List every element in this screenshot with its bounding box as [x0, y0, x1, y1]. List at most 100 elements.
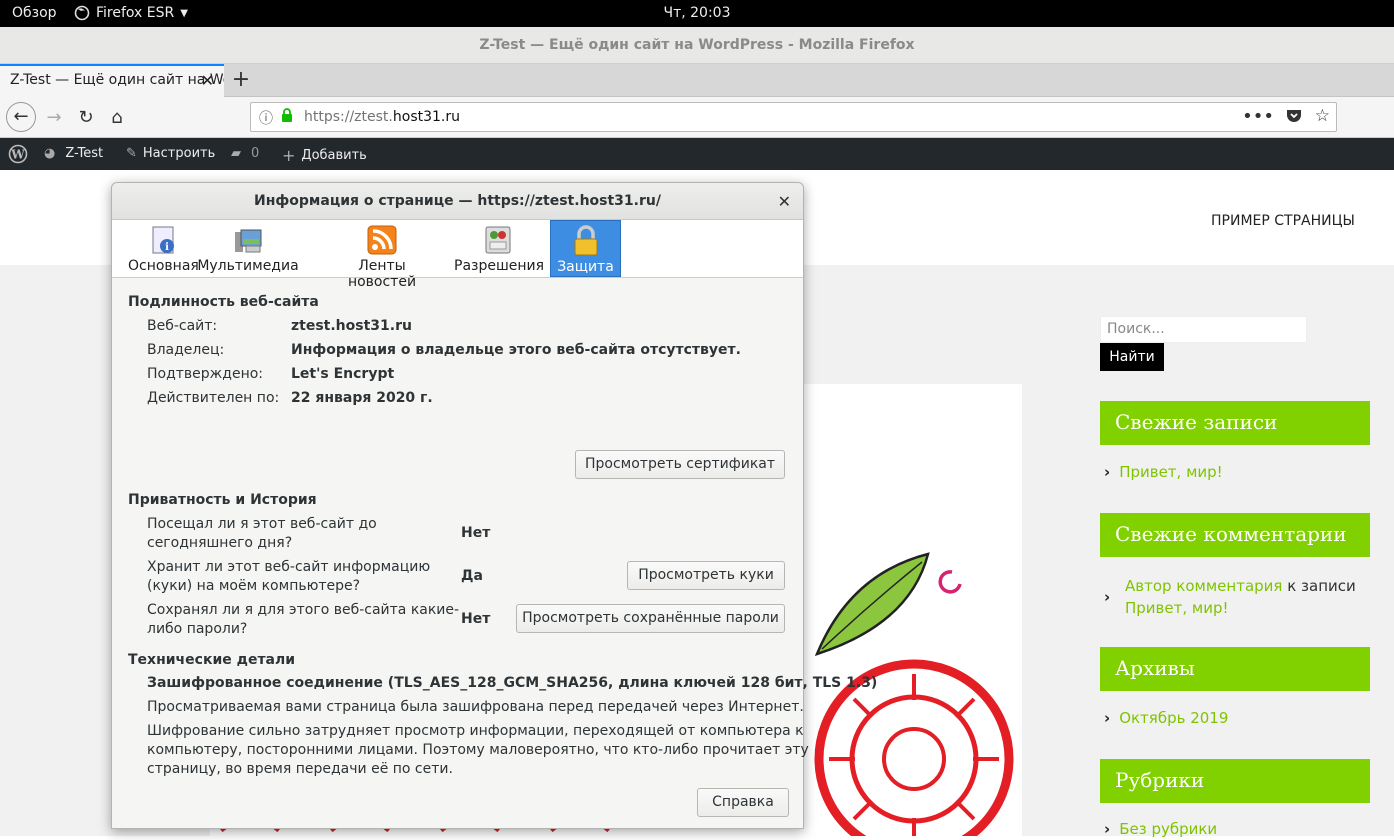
- comment-author-link[interactable]: Автор комментария: [1125, 577, 1282, 595]
- verified-value: Let's Encrypt: [291, 366, 395, 382]
- chevron-right-icon: ›: [1104, 463, 1111, 481]
- tab-label: Разрешения: [454, 258, 545, 274]
- page-info-dialog: Информация о странице — https://ztest.ho…: [111, 182, 877, 829]
- archive-link[interactable]: Октябрь 2019: [1119, 709, 1228, 727]
- list-item: › Октябрь 2019: [1104, 709, 1228, 727]
- widget-title-archives: Архивы: [1100, 647, 1370, 691]
- svg-text:i: i: [165, 242, 169, 253]
- info-icon[interactable]: ⓘ: [259, 108, 273, 128]
- page-actions-icon[interactable]: •••: [1242, 106, 1274, 127]
- url-text[interactable]: https://ztest.host31.ru: [304, 109, 460, 125]
- navigation-toolbar: ← → ↻ ⌂ ⓘ https://ztest.host31.ru ••• ☆: [0, 97, 1394, 138]
- list-item: › Без рубрики: [1104, 820, 1217, 838]
- connection-summary: Зашифрованное соединение (TLS_AES_128_GC…: [147, 675, 878, 691]
- encryption-explanation: Шифрование сильно затрудняет просмотр ин…: [147, 722, 809, 779]
- close-icon[interactable]: ✕: [201, 71, 214, 90]
- widget-title-recent-comments: Свежие комментарии: [1100, 513, 1370, 557]
- comment-post-link[interactable]: Привет, мир!: [1125, 599, 1229, 617]
- pocket-icon[interactable]: [1286, 108, 1302, 127]
- add-label: Добавить: [301, 148, 367, 163]
- widget-title-recent-posts: Свежие записи: [1100, 401, 1370, 445]
- recent-post-link[interactable]: Привет, мир!: [1119, 463, 1223, 481]
- dashboard-icon: ◕: [44, 146, 56, 161]
- question-line: Хранит ли этот веб-сайт информацию: [147, 559, 431, 575]
- comment-connector: к записи: [1287, 577, 1356, 595]
- expires-label: Действителен по:: [147, 390, 280, 406]
- question-passwords: Сохранял ли я для этого веб-сайта какие-…: [147, 601, 459, 639]
- window-title: Z-Test — Ещё один сайт на WordPress - Mo…: [0, 27, 1394, 64]
- owner-label: Владелец:: [147, 342, 225, 358]
- website-label: Веб-сайт:: [147, 318, 218, 334]
- svg-text:W: W: [10, 148, 25, 162]
- view-cookies-button[interactable]: Просмотреть куки: [627, 561, 785, 590]
- tab-media[interactable]: Мультимедиа: [184, 220, 312, 277]
- chevron-right-icon: ›: [1104, 588, 1111, 606]
- encryption-note: Просматриваемая вами страница была зашиф…: [147, 699, 804, 715]
- reload-button[interactable]: ↻: [72, 104, 100, 132]
- app-name: Firefox ESR: [96, 5, 175, 21]
- paragraph-line: страницу, во время передачи её по сети.: [147, 761, 453, 777]
- back-button[interactable]: ←: [6, 102, 36, 132]
- owner-value: Информация о владельце этого веб-сайта о…: [291, 342, 741, 358]
- firefox-icon: [74, 5, 90, 21]
- category-link[interactable]: Без рубрики: [1119, 820, 1217, 838]
- chevron-right-icon: ›: [1104, 820, 1111, 838]
- info-page-icon: i: [152, 226, 174, 254]
- close-icon[interactable]: ✕: [778, 183, 791, 220]
- list-item: › Привет, мир!: [1104, 463, 1223, 481]
- section-heading-privacy: Приватность и История: [128, 492, 317, 508]
- view-certificate-button[interactable]: Просмотреть сертификат: [575, 450, 785, 479]
- home-button[interactable]: ⌂: [103, 104, 131, 132]
- tab-title: Z-Test — Ещё один сайт на WordPress: [10, 72, 224, 88]
- answer-passwords: Нет: [461, 611, 491, 627]
- tab-active[interactable]: Z-Test — Ещё один сайт на WordPress ✕: [0, 64, 224, 97]
- site-name-item[interactable]: ◕ Z-Test: [44, 146, 103, 161]
- dialog-title: Информация о странице — https://ztest.ho…: [112, 183, 803, 220]
- tab-security[interactable]: Защита: [550, 220, 621, 277]
- clock[interactable]: Чт, 20:03: [0, 5, 1394, 21]
- help-button[interactable]: Справка: [697, 788, 789, 817]
- question-cookies: Хранит ли этот веб-сайт информацию (куки…: [147, 558, 430, 596]
- search-button[interactable]: Найти: [1100, 343, 1164, 371]
- site-name: Z-Test: [65, 146, 104, 161]
- url-bar[interactable]: ⓘ https://ztest.host31.ru ••• ☆: [250, 102, 1337, 132]
- chevron-right-icon: ›: [1104, 709, 1111, 727]
- menu-item-sample-page[interactable]: ПРИМЕР СТРАНИЦЫ: [1211, 213, 1355, 229]
- tab-strip: Z-Test — Ещё один сайт на WordPress ✕ +: [0, 64, 1394, 97]
- media-icon: [235, 229, 262, 253]
- brush-icon: ✎: [126, 146, 137, 161]
- question-line: сегодняшнего дня?: [147, 535, 293, 551]
- section-heading-identity: Подлинность веб-сайта: [128, 294, 319, 310]
- view-passwords-button[interactable]: Просмотреть сохранённые пароли: [516, 604, 785, 633]
- answer-cookies: Да: [461, 568, 483, 584]
- comments-item[interactable]: ▰ 0: [231, 146, 259, 161]
- section-heading-technical: Технические детали: [128, 652, 296, 668]
- app-menu[interactable]: Firefox ESR ▼: [74, 5, 188, 21]
- wordpress-logo-icon[interactable]: W: [8, 144, 28, 164]
- add-new-item[interactable]: + Добавить: [282, 146, 367, 165]
- tab-feeds[interactable]: Ленты новостей: [326, 220, 438, 290]
- customize-label: Настроить: [142, 146, 216, 161]
- new-tab-button[interactable]: +: [230, 67, 252, 92]
- answer-visited: Нет: [461, 525, 491, 541]
- plus-icon: +: [282, 146, 296, 165]
- activities-button[interactable]: Обзор: [12, 5, 57, 21]
- tab-label: Ленты новостей: [347, 258, 417, 290]
- tab-permissions[interactable]: Разрешения: [454, 220, 545, 277]
- comments-count: 0: [251, 146, 260, 161]
- website-value: ztest.host31.ru: [291, 318, 412, 334]
- question-line: Сохранял ли я для этого веб-сайта какие-: [147, 602, 460, 618]
- question-line: либо пароли?: [147, 621, 248, 637]
- dialog-tab-bar: i Основная Мультимедиа Ленты новостей Ра…: [112, 220, 803, 290]
- bookmark-star-icon[interactable]: ☆: [1315, 106, 1330, 126]
- widget-title-categories: Рубрики: [1100, 759, 1370, 803]
- expires-value: 22 января 2020 г.: [291, 390, 433, 406]
- paragraph-line: Шифрование сильно затрудняет просмотр ин…: [147, 723, 804, 739]
- customize-item[interactable]: ✎ Настроить: [126, 146, 215, 161]
- search-input[interactable]: Поиск...: [1100, 316, 1307, 343]
- permissions-icon: [485, 226, 511, 254]
- lock-icon[interactable]: [281, 108, 293, 126]
- list-item: › Автор комментария к записи Привет, мир…: [1104, 575, 1356, 619]
- forward-button[interactable]: →: [40, 104, 68, 132]
- paragraph-line: компьютеру, посторонними лицами. Поэтому…: [147, 742, 809, 758]
